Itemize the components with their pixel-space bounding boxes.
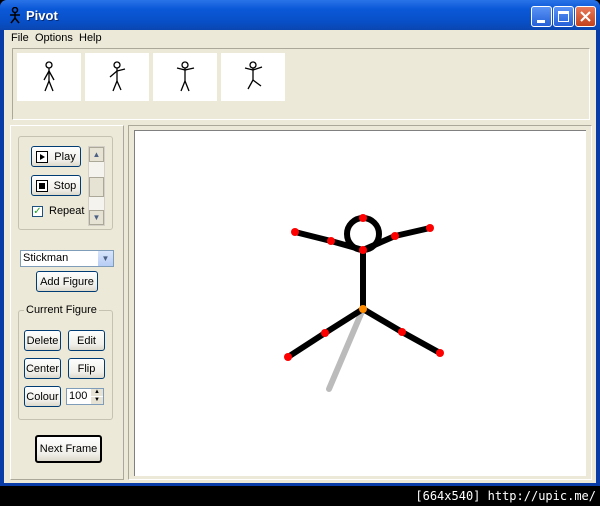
- center-label: Center: [25, 362, 60, 375]
- stop-label: Stop: [53, 179, 77, 192]
- next-frame-button[interactable]: Next Frame: [35, 435, 102, 463]
- maximize-button[interactable]: [553, 6, 574, 27]
- joint-handle[interactable]: [391, 232, 399, 240]
- app-window: Pivot File Options Help Play Stop ✓ Repe…: [0, 0, 600, 486]
- joint-handle[interactable]: [284, 353, 292, 361]
- menu-options[interactable]: Options: [35, 32, 73, 44]
- figure-lower-leg-right: [399, 329, 443, 356]
- stickman-app-icon: [10, 7, 20, 24]
- colour-value: 100: [69, 390, 88, 402]
- add-figure-button[interactable]: Add Figure: [36, 271, 98, 292]
- frame-thumbnail[interactable]: [221, 53, 285, 101]
- figure-lower-arm-left: [292, 229, 334, 244]
- stick-figure-drawing[interactable]: [135, 131, 587, 477]
- joint-handle[interactable]: [436, 349, 444, 357]
- edit-label: Edit: [77, 334, 96, 347]
- scroll-thumb[interactable]: [89, 177, 104, 197]
- spin-down-icon[interactable]: ▼: [91, 397, 103, 404]
- add-figure-label: Add Figure: [40, 275, 94, 288]
- edit-button[interactable]: Edit: [68, 330, 105, 351]
- control-panel: Play Stop ✓ Repeat ▲ ▼ Stickman ▼ Add Fi…: [10, 125, 124, 480]
- figure-type-select[interactable]: Stickman ▼: [20, 250, 114, 267]
- spin-up-icon[interactable]: ▲: [91, 389, 103, 396]
- chevron-down-icon[interactable]: ▼: [98, 251, 113, 266]
- repeat-checkbox[interactable]: ✓: [32, 206, 43, 217]
- drawing-canvas[interactable]: [134, 130, 586, 476]
- joint-handle[interactable]: [398, 328, 406, 336]
- play-icon: [36, 150, 49, 163]
- minimize-button[interactable]: [531, 6, 552, 27]
- figure-lower-leg-left: [285, 330, 328, 360]
- frame-thumbnail[interactable]: [17, 53, 81, 101]
- center-button[interactable]: Center: [24, 358, 61, 379]
- minimize-icon: [537, 20, 545, 23]
- joint-handle[interactable]: [291, 228, 299, 236]
- flip-button[interactable]: Flip: [68, 358, 105, 379]
- canvas-frame: [128, 125, 592, 480]
- image-host-footer: [664x540] http://upic.me/: [415, 489, 596, 503]
- title-bar[interactable]: Pivot: [0, 0, 600, 30]
- figure-lower-arm-right: [392, 225, 433, 239]
- current-figure-label: Current Figure: [24, 304, 99, 316]
- scroll-up-icon[interactable]: ▲: [89, 147, 104, 162]
- colour-button[interactable]: Colour: [24, 386, 61, 407]
- menu-help[interactable]: Help: [79, 32, 102, 44]
- delete-label: Delete: [26, 334, 59, 347]
- joint-handle[interactable]: [321, 329, 329, 337]
- close-icon: [580, 11, 591, 22]
- maximize-icon: [558, 11, 569, 22]
- menu-bar: File Options Help: [4, 30, 596, 47]
- delete-button[interactable]: Delete: [24, 330, 61, 351]
- speed-scrollbar[interactable]: ▲ ▼: [88, 146, 105, 226]
- menu-file[interactable]: File: [11, 32, 29, 44]
- stick-figure[interactable]: [285, 215, 443, 360]
- joint-handle[interactable]: [327, 237, 335, 245]
- frames-timeline: [12, 48, 590, 120]
- stop-button[interactable]: Stop: [31, 175, 81, 196]
- scroll-down-icon[interactable]: ▼: [89, 210, 104, 225]
- playback-group: Play Stop ✓ Repeat ▲ ▼: [18, 136, 113, 230]
- client-area: File Options Help Play Stop ✓ Repeat ▲ ▼…: [4, 30, 596, 483]
- play-label: Play: [54, 150, 76, 163]
- origin-handle[interactable]: [359, 305, 367, 313]
- joint-handle[interactable]: [359, 246, 367, 254]
- flip-label: Flip: [77, 362, 96, 375]
- current-figure-group: Current Figure Delete Edit Center Flip C…: [18, 304, 113, 420]
- frame-thumbnail[interactable]: [153, 53, 217, 101]
- figure-upper-leg-right: [360, 306, 405, 335]
- play-button[interactable]: Play: [31, 146, 81, 167]
- colour-label: Colour: [26, 390, 59, 403]
- window-title: Pivot: [26, 8, 58, 23]
- repeat-label: Repeat: [49, 205, 85, 217]
- joint-handle[interactable]: [426, 224, 434, 232]
- next-frame-label: Next Frame: [39, 443, 98, 455]
- joint-handle[interactable]: [359, 214, 367, 222]
- frame-thumbnail[interactable]: [85, 53, 149, 101]
- stop-icon: [35, 179, 48, 192]
- close-button[interactable]: [575, 6, 596, 27]
- figure-type-value: Stickman: [23, 252, 69, 264]
- colour-value-input[interactable]: 100 ▲ ▼: [66, 388, 104, 405]
